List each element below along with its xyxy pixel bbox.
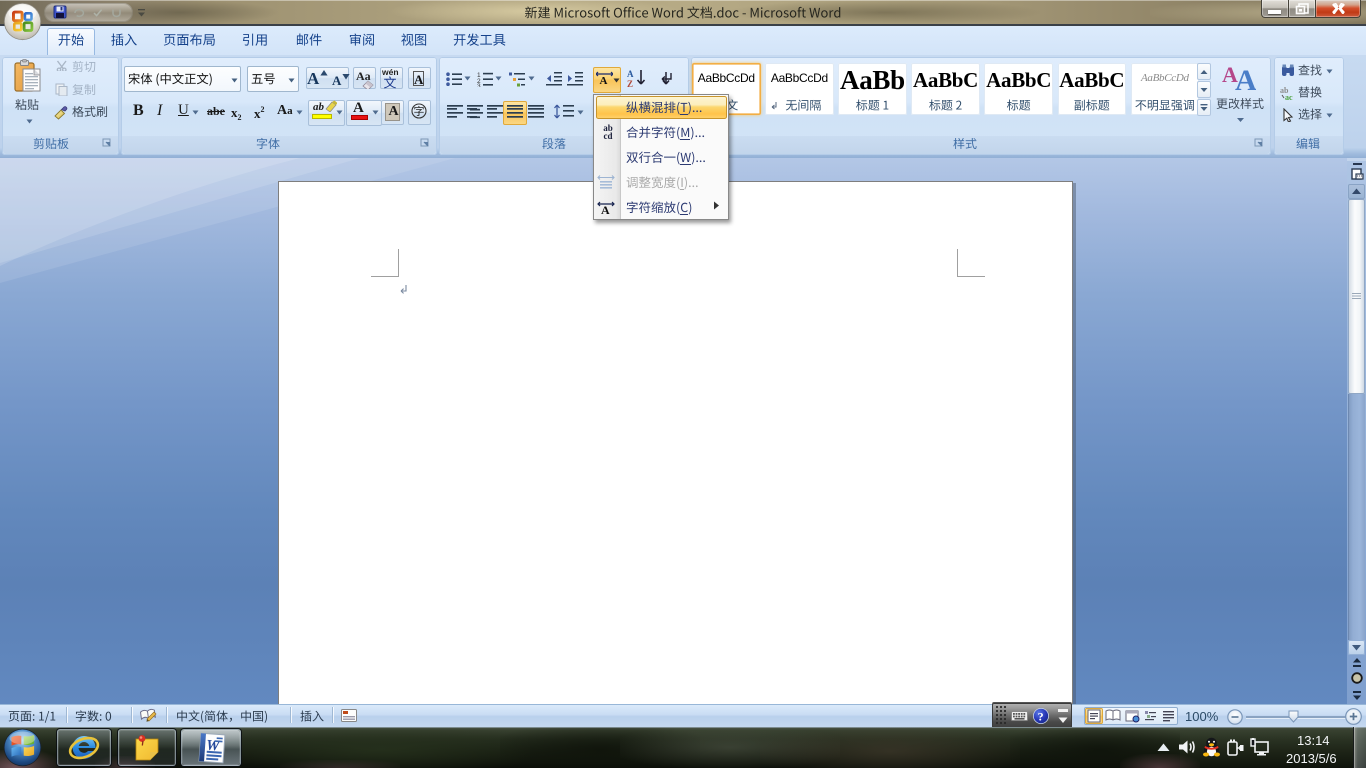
svg-text:Z: Z <box>627 79 633 89</box>
svg-text:ac: ac <box>1285 93 1293 100</box>
svg-text:?: ? <box>1038 710 1044 724</box>
svg-text:A: A <box>601 203 610 215</box>
svg-text:A: A <box>1235 64 1256 92</box>
svg-text:A: A <box>600 75 608 85</box>
svg-text:A: A <box>627 69 634 79</box>
svg-text:3: 3 <box>477 83 481 87</box>
